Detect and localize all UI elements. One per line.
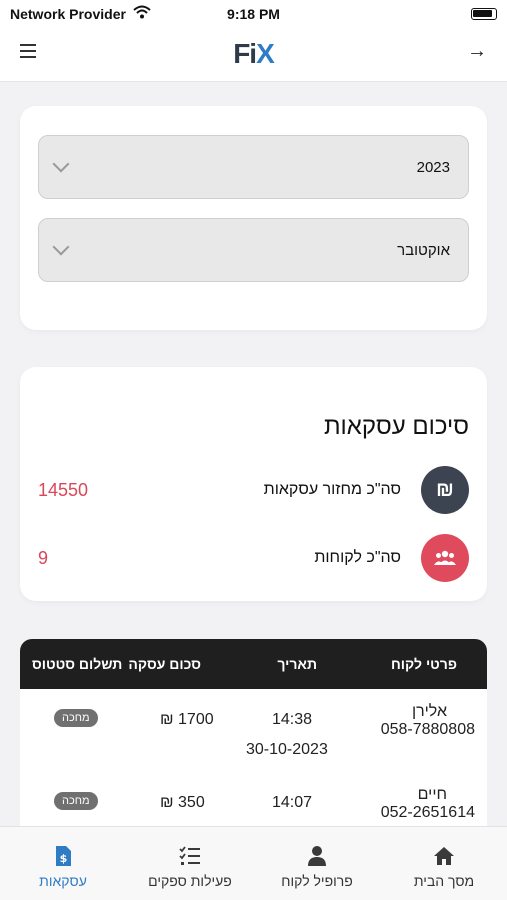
month-select[interactable]: אוקטובר — [38, 218, 469, 282]
app-logo: FiX — [233, 38, 275, 69]
tab-deals[interactable]: $ עסקאות — [0, 827, 126, 900]
invoice-dollar-icon: $ — [56, 846, 71, 866]
client-phone: 058-7880808 — [380, 721, 475, 738]
year-value: 2023 — [416, 159, 450, 176]
status-bar: Network Provider 9:18 PM — [0, 0, 507, 28]
tab-suppliers[interactable]: פעילות ספקים — [127, 827, 253, 900]
battery-icon — [471, 8, 497, 20]
summary-card: סיכום עסקאות ₪ סה"כ מחזור עסקאות 14550 ס… — [20, 367, 487, 601]
turnover-row: ₪ סה"כ מחזור עסקאות 14550 — [20, 466, 487, 514]
customers-value: 9 — [38, 548, 49, 568]
arrow-right-icon[interactable]: → — [467, 40, 487, 63]
tab-profile-label: פרופיל לקוח — [281, 873, 353, 889]
table-header: פרטי לקוח תאריך סכום עסקה תשלום סטטוס — [20, 639, 487, 689]
user-icon — [308, 846, 326, 866]
svg-text:$: $ — [60, 852, 68, 865]
tab-profile[interactable]: פרופיל לקוח — [254, 827, 380, 900]
status-badge: מחכה — [54, 792, 98, 810]
customers-label: סה"כ לקוחות — [314, 549, 401, 566]
deals-table: פרטי לקוח תאריך סכום עסקה תשלום סטטוס אל… — [20, 639, 487, 839]
column-header-status: תשלום סטטוס — [32, 656, 123, 672]
turnover-value: 14550 — [38, 480, 89, 500]
tab-home[interactable]: מסך הבית — [381, 827, 507, 900]
status-badge: מחכה — [54, 709, 98, 727]
table-row[interactable]: אלירן 058-7880808 14:38 30-10-2023 ₪ 170… — [20, 689, 487, 771]
turnover-label: סה"כ מחזור עסקאות — [263, 481, 401, 498]
year-select[interactable]: 2023 — [38, 135, 469, 199]
month-value: אוקטובר — [397, 242, 450, 259]
checklist-icon — [179, 846, 200, 865]
deal-time: 14:38 — [272, 711, 313, 728]
bottom-tab-bar: מסך הבית פרופיל לקוח פעילות ספקים $ עסקא… — [0, 826, 507, 900]
client-name: חיים — [417, 786, 447, 803]
chevron-down-icon — [52, 155, 70, 173]
deal-time: 14:07 — [272, 794, 313, 811]
summary-title: סיכום עסקאות — [323, 413, 469, 440]
column-header-amount: סכום עסקה — [128, 656, 201, 672]
shekel-icon: ₪ — [421, 466, 469, 514]
users-icon — [421, 534, 469, 582]
clock: 9:18 PM — [227, 6, 280, 22]
app-header: FiX → — [0, 28, 507, 82]
deal-amount: ₪ 1700 — [160, 711, 214, 728]
customers-row: סה"כ לקוחות 9 — [20, 534, 487, 582]
tab-home-label: מסך הבית — [413, 873, 475, 889]
chevron-down-icon — [52, 238, 70, 256]
client-name: אלירן — [411, 703, 447, 720]
deal-date: 30-10-2023 — [246, 741, 328, 758]
client-phone: 052-2651614 — [380, 804, 475, 821]
deal-amount: ₪ 350 — [160, 794, 205, 811]
column-header-client: פרטי לקוח — [391, 656, 457, 672]
home-icon — [434, 847, 454, 865]
tab-suppliers-label: פעילות ספקים — [148, 873, 232, 889]
filter-card: 2023 אוקטובר — [20, 106, 487, 330]
column-header-date: תאריך — [277, 656, 317, 672]
tab-deals-label: עסקאות — [39, 873, 87, 889]
